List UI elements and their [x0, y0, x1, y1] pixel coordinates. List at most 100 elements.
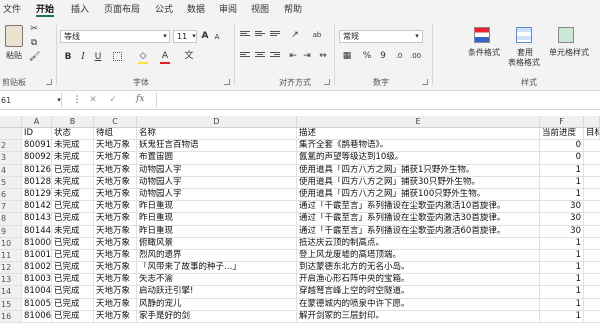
ribbon-tab[interactable]: 数据	[187, 3, 205, 17]
conditional-formatting-icon[interactable]	[474, 27, 490, 43]
column-header-A[interactable]: A	[22, 116, 52, 128]
merge-center-icon[interactable]: ⇔	[318, 51, 328, 61]
ribbon-tab[interactable]: 帮助	[284, 3, 302, 17]
ribbon-tab[interactable]: 页面布局	[104, 3, 140, 17]
increase-decimal-icon[interactable]: .0	[394, 51, 404, 61]
accounting-format-icon[interactable]: ▦	[342, 51, 352, 61]
cell-B[interactable]: 未完成	[52, 225, 94, 237]
cell-F[interactable]: 1	[540, 274, 584, 286]
align-center-icon[interactable]	[255, 52, 265, 61]
cell-C[interactable]: 天地万象	[94, 140, 137, 152]
cell-D[interactable]: 动物园人字	[137, 164, 297, 176]
paste-icon[interactable]	[5, 25, 23, 47]
column-header-B[interactable]: B	[52, 116, 94, 128]
cell-D[interactable]: 烈风的遗界	[137, 249, 297, 262]
percent-style-icon[interactable]: %	[362, 51, 372, 61]
cell-A[interactable]: 80143	[22, 213, 52, 225]
cell-E[interactable]: 使用道具「四方八方之网」捕获30只野外生物。	[297, 176, 540, 188]
cell-F[interactable]: 30	[540, 225, 584, 237]
cancel-icon[interactable]: ✕	[88, 95, 98, 105]
cell-F[interactable]: 0	[540, 152, 584, 164]
cell-E[interactable]: 在蒙德城内的喷泉中许下愿。	[297, 298, 540, 310]
cell-F[interactable]: 当前进度	[540, 128, 584, 140]
name-box[interactable]: 61	[0, 93, 62, 108]
row-number[interactable]: 6	[0, 188, 22, 201]
cell-C[interactable]: 天地万象	[94, 237, 137, 249]
cell-F[interactable]: 1	[540, 176, 584, 188]
row-number[interactable]: 7	[0, 201, 22, 213]
row-number[interactable]: 4	[0, 164, 22, 176]
copy-icon[interactable]: ⧉	[29, 38, 39, 48]
cell-E[interactable]: 描述	[297, 128, 540, 140]
cell-C[interactable]: 天地万象	[94, 286, 137, 298]
cell-E[interactable]: 使用道具「四方八方之网」捕获1只野外生物。	[297, 164, 540, 176]
ribbon-tab[interactable]: 视图	[251, 3, 269, 17]
cell-A[interactable]: 81002	[22, 262, 52, 274]
align-top-icon[interactable]	[240, 31, 250, 40]
cell-C[interactable]: 天地万象	[94, 249, 137, 262]
cell-E[interactable]: 通过「千霰至言」系列播设在尘歌壶内激活60首旋律。	[297, 225, 540, 237]
cell-A[interactable]: 80129	[22, 188, 52, 201]
cell-B[interactable]: 已完成	[52, 237, 94, 249]
row-number[interactable]	[0, 128, 22, 140]
row-number[interactable]: 13	[0, 274, 22, 286]
cell-B[interactable]: 已完成	[52, 310, 94, 322]
row-number[interactable]: 10	[0, 237, 22, 249]
decrease-decimal-icon[interactable]: .00	[410, 51, 421, 61]
increase-indent-icon[interactable]: ⇥	[302, 51, 312, 61]
cell-B[interactable]: 已完成	[52, 249, 94, 262]
row-number[interactable]: 15	[0, 298, 22, 310]
chevron-down-icon[interactable]: ▾	[412, 31, 422, 41]
cell-A[interactable]: 80091	[22, 140, 52, 152]
cell-F[interactable]: 1	[540, 286, 584, 298]
column-header-F[interactable]: F	[540, 116, 584, 128]
cell-B[interactable]: 未完成	[52, 176, 94, 188]
column-header-C[interactable]: C	[94, 116, 137, 128]
cell-A[interactable]: 80128	[22, 176, 52, 188]
cell-C[interactable]: 天地万象	[94, 298, 137, 310]
ribbon-tab[interactable]: 公式	[155, 3, 173, 17]
number-format-select[interactable]: 常规	[339, 30, 423, 43]
enter-icon[interactable]: ✓	[108, 95, 118, 105]
grow-font-icon[interactable]: A	[200, 31, 210, 41]
cell-D[interactable]: 矢志不渝	[137, 274, 297, 286]
bold-button[interactable]: B	[63, 52, 73, 62]
cell-A[interactable]: 81003	[22, 274, 52, 286]
italic-button[interactable]: I	[78, 52, 88, 62]
borders-icon[interactable]	[113, 52, 122, 61]
row-number[interactable]: 16	[0, 310, 22, 322]
cell-D[interactable]: 名称	[137, 128, 297, 140]
cell-C[interactable]: 天地万象	[94, 310, 137, 322]
insert-function-icon[interactable]: fx	[136, 94, 144, 104]
fill-color-icon[interactable]: ◇	[138, 51, 148, 61]
cell-B[interactable]: 已完成	[52, 201, 94, 213]
cell-E[interactable]: 登上风龙废墟的高塔顶端。	[297, 249, 540, 262]
cell-F[interactable]: 1	[540, 298, 584, 310]
cell-E[interactable]: 穿越弩言峰上空的时空隧道。	[297, 286, 540, 298]
ribbon-tab[interactable]: 文件	[3, 3, 21, 17]
row-number[interactable]: 9	[0, 225, 22, 237]
cell-E[interactable]: 开启渔心形石阵中央的宝箱。	[297, 274, 540, 286]
cell-A[interactable]: 80092	[22, 152, 52, 164]
clipboard-launcher-icon[interactable]	[46, 79, 52, 85]
shrink-font-icon[interactable]: A	[212, 32, 222, 42]
ribbon-tab[interactable]: 开始	[36, 3, 55, 17]
alignment-launcher-icon[interactable]	[324, 79, 330, 85]
format-painter-icon[interactable]: 🖌	[29, 52, 40, 62]
cell-B[interactable]: 已完成	[52, 298, 94, 310]
cell-A[interactable]: ID	[22, 128, 52, 140]
ribbon-tab[interactable]: 插入	[71, 3, 89, 17]
cell-A[interactable]: 81001	[22, 249, 52, 262]
chevron-down-icon[interactable]: ▾	[160, 31, 170, 41]
ribbon-tab[interactable]: 审阅	[219, 3, 237, 17]
cell-styles-icon[interactable]	[558, 27, 574, 43]
select-all-corner[interactable]	[0, 116, 22, 128]
format-as-table-label-1[interactable]: 套用	[512, 48, 538, 58]
cell-D[interactable]: 「风带来了故事的种子…」	[137, 262, 297, 274]
cell-G[interactable]: 目标	[584, 128, 600, 140]
cell-E[interactable]: 通过「千霰至言」系列播设在尘歌壶内激活10首旋律。	[297, 201, 540, 213]
row-number[interactable]: 14	[0, 286, 22, 298]
row-number[interactable]: 2	[0, 140, 22, 152]
cell-F[interactable]: 1	[540, 310, 584, 322]
underline-button[interactable]: U	[93, 52, 103, 62]
